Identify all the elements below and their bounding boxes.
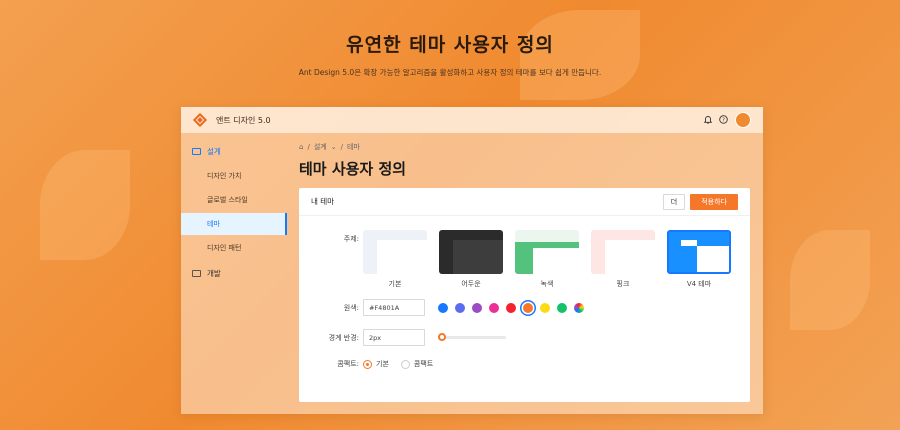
color-input[interactable]: #F4801A (363, 299, 425, 316)
sidebar-group-label: 개발 (207, 268, 221, 278)
breadcrumb: ⌂ / 설계 ⌄ / 테마 (299, 142, 750, 152)
sidebar-item-theme[interactable]: 테마 (181, 213, 287, 235)
theme-row: 주제: 기본 어두운 녹색 핑크 V4 테마 (299, 230, 750, 289)
breadcrumb-separator: / (307, 143, 310, 151)
theme-name: 핑크 (616, 280, 630, 288)
color-row: 원색: #F4801A (299, 299, 750, 316)
hero-title: 유연한 테마 사용자 정의 (346, 34, 554, 56)
compact-radio-group: 기본 콤팩트 (363, 359, 433, 369)
swatch-red[interactable] (506, 302, 516, 313)
swatch-indigo[interactable] (455, 302, 465, 313)
theme-card: 내 테마 더 적용하다 주제: 기본 어두운 녹색 핑크 V4 테마 원색: #… (299, 188, 750, 402)
card-title: 내 테마 (311, 197, 335, 206)
sidebar-item-label: 글로벌 스타일 (207, 196, 248, 204)
swatch-yellow[interactable] (540, 302, 550, 313)
sidebar: 설계 디자인 가치 글로벌 스타일 테마 디자인 패턴 개발 (181, 133, 287, 414)
theme-option-v4[interactable]: V4 테마 (667, 230, 731, 289)
theme-option-pink[interactable]: 핑크 (591, 230, 655, 289)
sidebar-item-design-values[interactable]: 디자인 가치 (181, 165, 287, 187)
radio-default[interactable]: 기본 (363, 359, 389, 369)
user-avatar[interactable] (735, 112, 751, 128)
sidebar-group-development[interactable]: 개발 (181, 262, 287, 284)
background-leaf (40, 150, 130, 260)
swatch-magenta[interactable] (489, 302, 499, 313)
background-leaf (790, 230, 870, 330)
theme-option-dark[interactable]: 어두운 (439, 230, 503, 289)
swatch-multicolor[interactable] (574, 302, 584, 313)
theme-name: 기본 (388, 280, 402, 288)
help-icon[interactable]: ? (719, 114, 728, 126)
hero-description: Ant Design 5.0은 확장 가능한 알고리즘을 활성화하고 사용자 정… (298, 68, 602, 77)
swatch-purple[interactable] (472, 302, 482, 313)
svg-text:?: ? (722, 117, 725, 123)
apply-button[interactable]: 적용하다 (690, 193, 738, 210)
app-header: 앤트 디자인 5.0 ? (181, 107, 763, 133)
radio-dot (363, 359, 372, 369)
sidebar-group-design[interactable]: 설계 (181, 140, 287, 162)
theme-preview (667, 230, 731, 274)
theme-option-green[interactable]: 녹색 (515, 230, 579, 289)
radius-slider[interactable] (438, 333, 506, 341)
more-button[interactable]: 더 (662, 193, 686, 210)
theme-preview (591, 230, 655, 274)
home-icon[interactable]: ⌂ (299, 143, 303, 151)
app-window: 앤트 디자인 5.0 ? 설계 디자인 가치 글로벌 스타일 테마 디자인 패턴 (181, 107, 763, 414)
radius-label: 경계 반경: (328, 333, 359, 342)
radio-dot (400, 359, 410, 369)
theme-name: 어두운 (461, 280, 481, 288)
swatch-blue[interactable] (438, 302, 448, 313)
chevron-down-icon[interactable]: ⌄ (331, 143, 337, 151)
color-swatches (438, 302, 584, 313)
theme-name: V4 테마 (686, 280, 712, 288)
radio-label: 콤팩트 (413, 360, 434, 368)
compact-row: 콤팩트: 기본 콤팩트 (299, 359, 750, 369)
page-title: 테마 사용자 정의 (299, 160, 407, 178)
radio-compact[interactable]: 콤팩트 (400, 359, 434, 369)
compact-label: 콤팩트: (337, 360, 359, 368)
theme-name: 녹색 (540, 280, 554, 288)
sidebar-group-label: 설계 (207, 146, 221, 156)
sidebar-item-label: 테마 (207, 220, 220, 228)
breadcrumb-design[interactable]: 설계 (314, 142, 327, 152)
swatch-orange[interactable] (523, 302, 533, 313)
theme-options: 기본 어두운 녹색 핑크 V4 테마 (363, 230, 731, 289)
theme-preview (439, 230, 503, 274)
card-header: 내 테마 더 적용하다 (299, 188, 750, 216)
main-content: ⌂ / 설계 ⌄ / 테마 테마 사용자 정의 내 테마 더 적용하다 주제: (299, 133, 750, 414)
bell-icon[interactable] (703, 115, 713, 126)
sidebar-item-label: 디자인 패턴 (207, 244, 242, 252)
folder-icon (192, 269, 201, 277)
theme-option-default[interactable]: 기본 (363, 230, 427, 289)
ant-design-logo-icon[interactable] (192, 112, 208, 128)
folder-icon (192, 147, 201, 155)
sidebar-item-label: 디자인 가치 (207, 172, 242, 180)
brand-name[interactable]: 앤트 디자인 5.0 (216, 115, 271, 126)
theme-preview (515, 230, 579, 274)
sidebar-item-design-patterns[interactable]: 디자인 패턴 (181, 237, 287, 259)
breadcrumb-separator: / (340, 143, 343, 151)
theme-preview (363, 230, 427, 274)
color-label: 원색: (343, 303, 359, 312)
slider-handle[interactable] (438, 333, 446, 341)
swatch-green[interactable] (557, 302, 567, 313)
radius-row: 경계 반경: 2px (299, 329, 750, 346)
radio-label: 기본 (376, 360, 389, 368)
breadcrumb-current: 테마 (346, 143, 360, 151)
theme-label: 주제: (343, 235, 359, 243)
sidebar-item-global-style[interactable]: 글로벌 스타일 (181, 189, 287, 211)
radius-input[interactable]: 2px (363, 329, 425, 346)
